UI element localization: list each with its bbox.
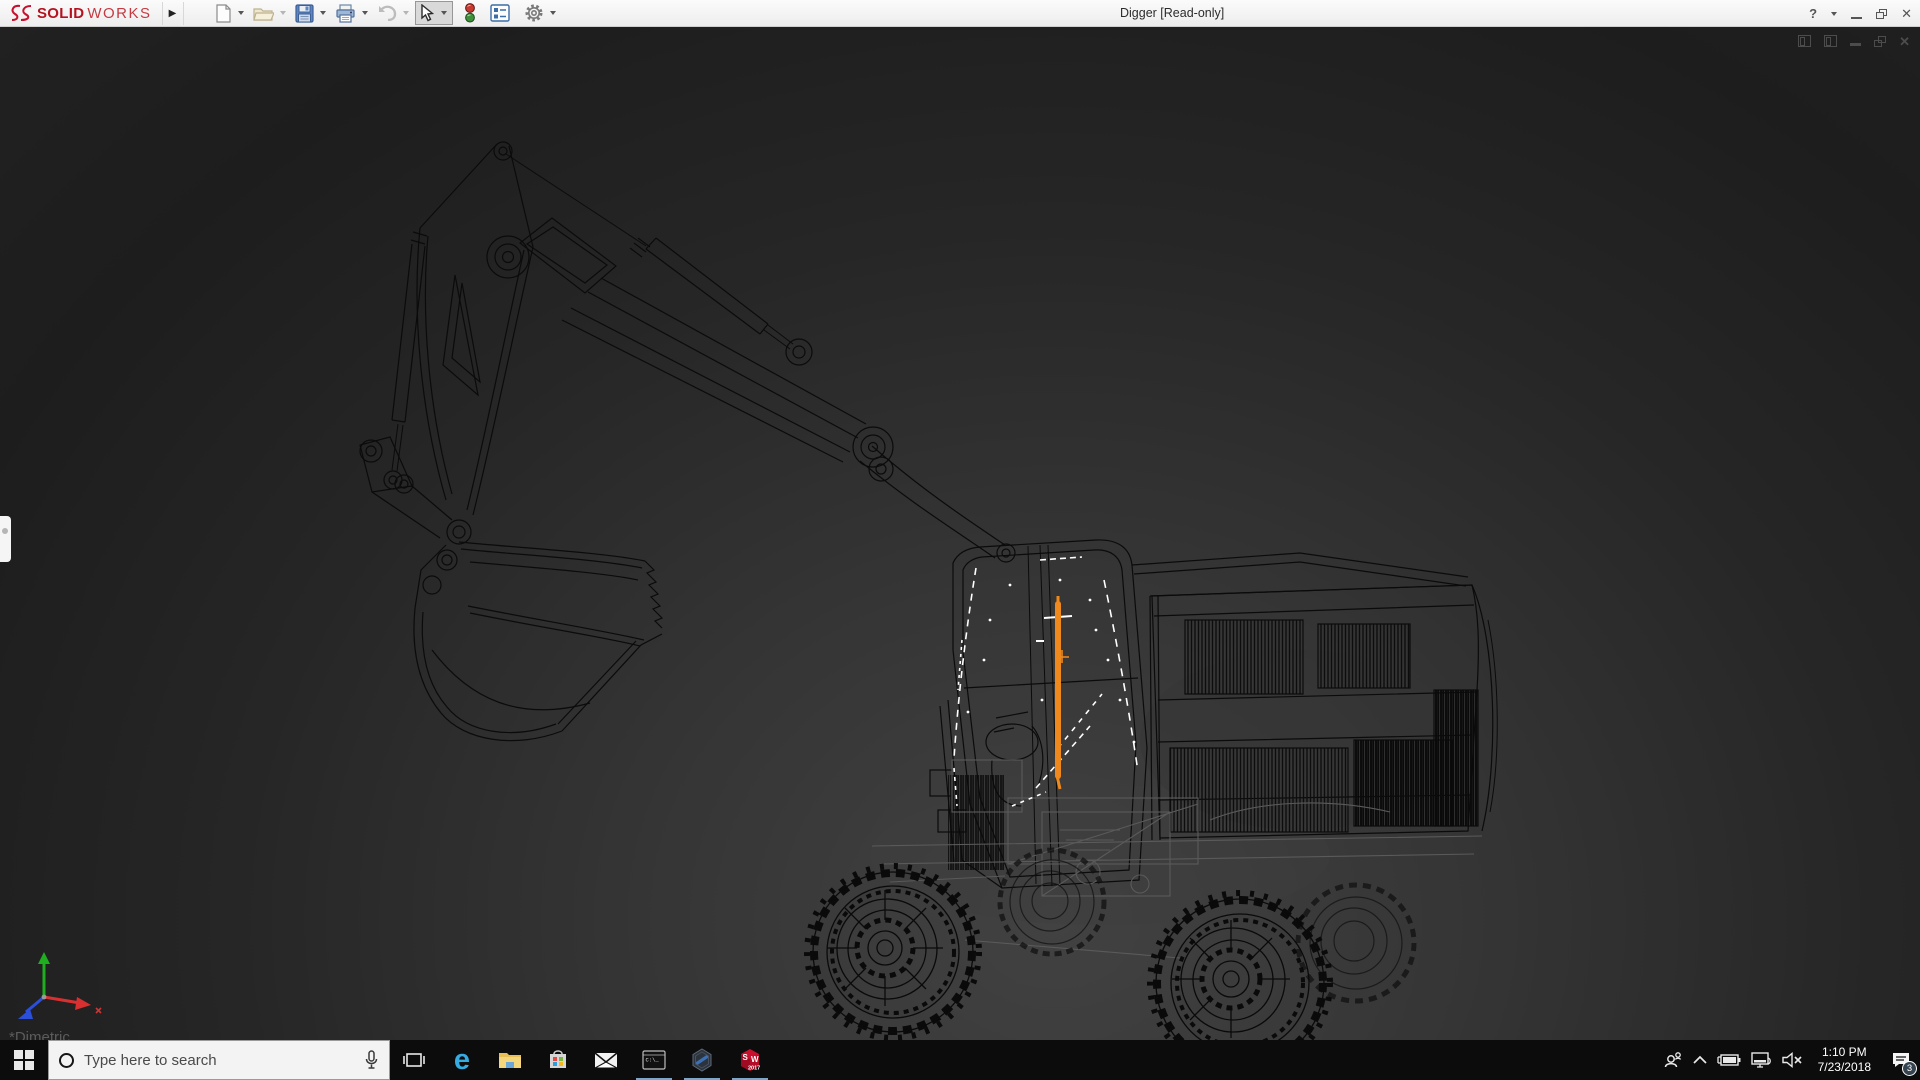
orientation-triad (18, 952, 101, 1019)
print-icon (335, 4, 356, 23)
new-document-dropdown[interactable] (238, 11, 244, 15)
start-button[interactable] (0, 1040, 48, 1080)
stoplight-icon (464, 3, 476, 23)
help-button[interactable]: ? (1809, 6, 1817, 21)
taskbar-app-command-prompt[interactable]: C:\_ (630, 1040, 678, 1080)
open-folder-icon (253, 5, 274, 22)
windows-taskbar: e C:\_ (0, 1040, 1920, 1080)
document-window-controls: ✕ (1798, 35, 1910, 47)
options-dropdown[interactable] (550, 11, 556, 15)
save-dropdown[interactable] (320, 11, 326, 15)
document-minimize-button[interactable] (1850, 43, 1861, 46)
document-restore-button[interactable] (1874, 36, 1886, 47)
select-dropdown[interactable] (441, 11, 447, 15)
titlebar-window-controls: ? ✕ (1809, 0, 1912, 27)
selected-edge[interactable] (1056, 596, 1069, 789)
new-document-button[interactable] (212, 1, 235, 25)
clock-time: 1:10 PM (1818, 1045, 1871, 1060)
menu-flyout-button[interactable]: ▶ (162, 2, 184, 25)
save-button[interactable] (292, 1, 317, 25)
taskbar-app-task-view[interactable] (390, 1040, 438, 1080)
bucket (414, 542, 662, 741)
print-dropdown[interactable] (362, 11, 368, 15)
w-text: W (751, 1055, 759, 1064)
display-settings-icon (490, 4, 510, 22)
excavator-wireframe-model (0, 27, 1920, 1040)
quick-toolbar (212, 1, 562, 25)
view-orientation-label: *Dimetric (9, 1029, 70, 1040)
open-button[interactable] (250, 1, 277, 25)
microphone-icon[interactable] (364, 1050, 379, 1070)
battery-charging-icon[interactable] (1717, 1053, 1741, 1067)
app-titlebar: SOLIDWORKS ▶ (0, 0, 1920, 27)
new-document-icon (215, 4, 232, 23)
tray-chevron-up-icon[interactable] (1692, 1055, 1708, 1065)
network-icon[interactable] (1750, 1052, 1772, 1068)
notification-badge: 3 (1902, 1061, 1917, 1076)
ds-logo-icon (8, 3, 34, 23)
brand-works: WORKS (87, 5, 151, 22)
solidworks-2017-icon: S W 2017 (737, 1047, 763, 1073)
taskbar-app-file-explorer[interactable] (486, 1040, 534, 1080)
print-button[interactable] (332, 1, 359, 25)
options-button[interactable] (521, 1, 547, 25)
restore-button[interactable] (1876, 9, 1887, 19)
window-title: Digger [Read-only] (1120, 6, 1224, 20)
taskbar-clock[interactable]: 1:10 PM 7/23/2018 (1812, 1045, 1877, 1075)
featuremanager-pane-icon[interactable] (1798, 35, 1811, 47)
taskbar-app-edrawings[interactable] (678, 1040, 726, 1080)
select-tool-group (415, 1, 453, 25)
gear-icon (524, 3, 544, 23)
solidworks-logo: SOLIDWORKS (0, 3, 162, 23)
save-floppy-icon (295, 4, 314, 23)
panel-flyout-tab[interactable] (0, 516, 11, 562)
system-tray: 1:10 PM 7/23/2018 3 (1663, 1040, 1920, 1080)
edge-icon: e (454, 1046, 470, 1074)
store-icon (547, 1049, 569, 1071)
action-center-button[interactable]: 3 (1886, 1040, 1916, 1080)
command-prompt-icon: C:\_ (642, 1050, 666, 1070)
menu-flyout-icon: ▶ (169, 8, 177, 19)
people-icon[interactable] (1663, 1051, 1683, 1069)
sw-year-text: 2017 (748, 1066, 760, 1072)
boom-arm (360, 142, 1015, 562)
graphics-viewport[interactable]: ✕ (0, 27, 1920, 1040)
display-pane-icon[interactable] (1824, 35, 1837, 47)
select-button[interactable] (416, 1, 437, 25)
cortana-circle-icon (59, 1053, 74, 1068)
close-button[interactable]: ✕ (1901, 6, 1912, 22)
display-settings-button[interactable] (487, 1, 513, 25)
undo-icon (377, 5, 397, 21)
taskbar-app-solidworks[interactable]: S W 2017 (726, 1040, 774, 1080)
taskbar-app-mail[interactable] (582, 1040, 630, 1080)
sw-text: S (743, 1053, 749, 1062)
taskbar-search[interactable] (48, 1040, 390, 1080)
file-explorer-icon (498, 1050, 522, 1070)
undo-button[interactable] (374, 1, 400, 25)
undo-dropdown[interactable] (403, 11, 409, 15)
minimize-button[interactable] (1851, 17, 1862, 19)
volume-muted-icon[interactable] (1781, 1052, 1803, 1068)
mail-icon (594, 1052, 618, 1069)
open-dropdown[interactable] (280, 11, 286, 15)
highlighted-edges (954, 557, 1138, 806)
appearance-stoplight-button[interactable] (461, 1, 479, 25)
windows-logo-icon (14, 1050, 34, 1070)
cmd-label-text: C:\_ (646, 1057, 660, 1064)
brand-solid: SOLID (37, 5, 84, 22)
taskbar-app-store[interactable] (534, 1040, 582, 1080)
select-cursor-icon (419, 4, 434, 22)
clock-date: 7/23/2018 (1818, 1060, 1871, 1075)
help-dropdown[interactable] (1831, 12, 1837, 16)
edrawings-hexagon-icon (690, 1048, 714, 1072)
task-view-icon (403, 1051, 425, 1069)
taskbar-app-edge[interactable]: e (438, 1040, 486, 1080)
document-close-button[interactable]: ✕ (1899, 36, 1910, 47)
search-input[interactable] (84, 1052, 354, 1069)
